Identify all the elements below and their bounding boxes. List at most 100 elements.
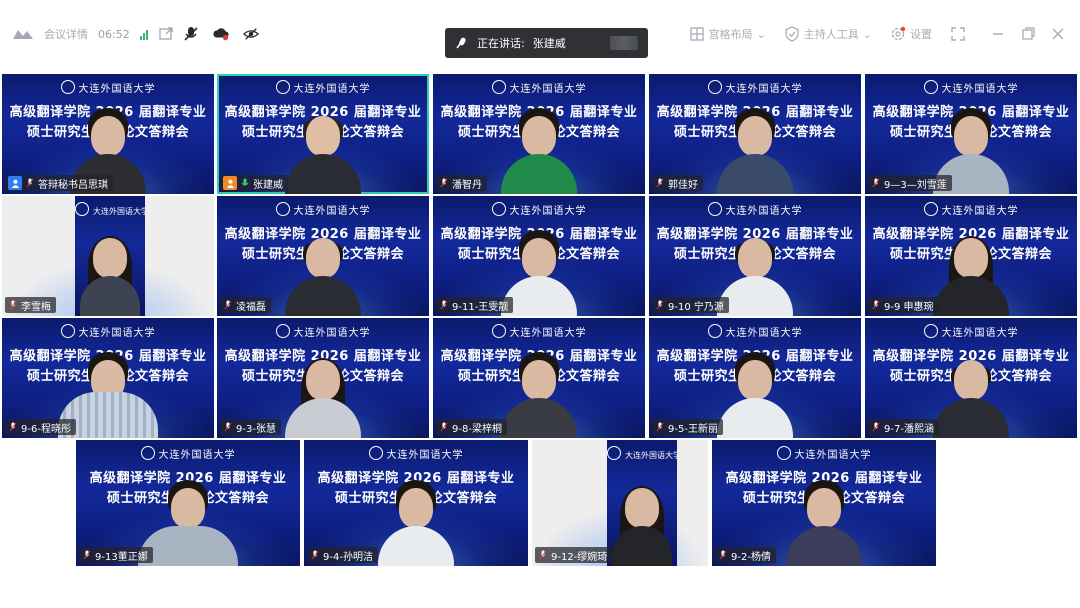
participant-label: 9-7-潘熙涵 bbox=[868, 419, 939, 435]
university-name: 大连外国语大学 bbox=[649, 324, 861, 339]
participant-label: 9-12-缪婉琦 bbox=[535, 547, 613, 563]
participant-label: 9-10 宁乃源 bbox=[652, 297, 729, 313]
video-tile[interactable]: 大连外国语大学 高级翻译学院 2026 届翻译专业 硕士研究生毕业论文答辩会 凌… bbox=[217, 196, 429, 316]
university-name: 大连外国语大学 bbox=[304, 446, 528, 461]
video-tile[interactable]: 大连外国语大学 高级翻译学院 2026 届翻译专业 硕士研究生毕业论文答辩会 9… bbox=[433, 196, 645, 316]
participant-label: 潘智丹 bbox=[436, 175, 487, 191]
university-name: 大连外国语大学 bbox=[2, 324, 214, 339]
settings-label: 设置 bbox=[910, 28, 932, 41]
university-name: 大连外国语大学 bbox=[607, 446, 677, 461]
speaker-thumbnail bbox=[610, 36, 638, 50]
participant-label: 李雪梅 bbox=[5, 297, 56, 313]
host-role-icon bbox=[223, 176, 237, 190]
microphone-icon bbox=[872, 422, 880, 432]
video-tile[interactable]: 大连外国语大学 李雪梅 bbox=[2, 196, 214, 316]
window-controls bbox=[990, 26, 1066, 42]
microphone-icon bbox=[719, 550, 727, 560]
participant-label: 答辩秘书吕思琪 bbox=[5, 175, 113, 191]
university-name: 大连外国语大学 bbox=[865, 324, 1077, 339]
video-tile[interactable]: 大连外国语大学 高级翻译学院 2026 届翻译专业 硕士研究生毕业论文答辩会 9… bbox=[649, 196, 861, 316]
video-tile[interactable]: 大连外国语大学 高级翻译学院 2026 届翻译专业 硕士研究生毕业论文答辩会 张… bbox=[217, 74, 429, 194]
cloud-record-icon[interactable] bbox=[213, 26, 229, 42]
video-tile[interactable]: 大连外国语大学 高级翻译学院 2026 届翻译专业 硕士研究生毕业论文答辩会 9… bbox=[865, 196, 1077, 316]
meeting-toolbar: 会议详情 06:52 正在讲话: 张建威 宫格布局 ⌄ 主持人工具 ⌄ 设置 bbox=[0, 0, 1080, 58]
portrait-video: 大连外国语大学 bbox=[75, 196, 145, 316]
participant-label: 9-4-孙明洁 bbox=[307, 547, 378, 563]
hide-video-icon[interactable] bbox=[243, 26, 259, 42]
university-name: 大连外国语大学 bbox=[865, 80, 1077, 95]
microphone-icon bbox=[440, 300, 448, 310]
microphone-icon bbox=[83, 550, 91, 560]
participant-label: 凌福磊 bbox=[220, 297, 271, 313]
layout-label: 宫格布局 bbox=[708, 28, 753, 41]
participant-label: 张建威 bbox=[220, 175, 288, 191]
network-signal-icon[interactable] bbox=[139, 29, 148, 40]
video-tile[interactable]: 大连外国语大学 9-12-缪婉琦 bbox=[532, 440, 708, 566]
video-tile[interactable]: 大连外国语大学 高级翻译学院 2026 届翻译专业 硕士研究生毕业论文答辩会 9… bbox=[217, 318, 429, 438]
university-name: 大连外国语大学 bbox=[433, 202, 645, 217]
participant-name: 郭佳好 bbox=[668, 179, 698, 191]
university-name: 大连外国语大学 bbox=[75, 202, 145, 217]
microphone-icon bbox=[656, 178, 664, 188]
video-tile[interactable]: 大连外国语大学 高级翻译学院 2026 届翻译专业 硕士研究生毕业论文答辩会 潘… bbox=[433, 74, 645, 194]
fullscreen-icon[interactable] bbox=[950, 26, 966, 42]
participant-name: 9-8-梁梓桐 bbox=[452, 423, 502, 435]
speaking-name: 张建威 bbox=[532, 37, 566, 50]
university-name: 大连外国语大学 bbox=[2, 80, 214, 95]
host-tools-label: 主持人工具 bbox=[803, 28, 859, 41]
microphone-icon bbox=[9, 422, 17, 432]
university-name: 大连外国语大学 bbox=[865, 202, 1077, 217]
gear-icon bbox=[891, 26, 906, 41]
meeting-details-button[interactable]: 会议详情 bbox=[44, 26, 88, 42]
participant-label: 9-6-程晓彤 bbox=[5, 419, 76, 435]
settings-button[interactable]: 设置 bbox=[890, 26, 932, 42]
microphone-icon bbox=[224, 300, 232, 310]
video-tile[interactable]: 大连外国语大学 高级翻译学院 2026 届翻译专业 硕士研究生毕业论文答辩会 9… bbox=[76, 440, 300, 566]
video-tile[interactable]: 大连外国语大学 高级翻译学院 2026 届翻译专业 硕士研究生毕业论文答辩会 9… bbox=[649, 318, 861, 438]
toolbar-right-group: 宫格布局 ⌄ 主持人工具 ⌄ 设置 bbox=[689, 26, 1066, 42]
app-logo-icon bbox=[13, 30, 33, 39]
microphone-icon bbox=[872, 178, 880, 188]
participant-name: 9-13董正娜 bbox=[95, 551, 148, 563]
video-tile[interactable]: 大连外国语大学 高级翻译学院 2026 届翻译专业 硕士研究生毕业论文答辩会 郭… bbox=[649, 74, 861, 194]
participant-name: 凌福磊 bbox=[236, 301, 266, 313]
close-icon[interactable] bbox=[1050, 26, 1066, 42]
university-name: 大连外国语大学 bbox=[649, 202, 861, 217]
video-tile[interactable]: 大连外国语大学 高级翻译学院 2026 届翻译专业 硕士研究生毕业论文答辩会 9… bbox=[2, 318, 214, 438]
video-tile[interactable]: 大连外国语大学 高级翻译学院 2026 届翻译专业 硕士研究生毕业论文答辩会 答… bbox=[2, 74, 214, 194]
share-screen-icon[interactable] bbox=[158, 26, 174, 42]
participant-name: 李雪梅 bbox=[21, 301, 51, 313]
video-tile[interactable]: 大连外国语大学 高级翻译学院 2026 届翻译专业 硕士研究生毕业论文答辩会 9… bbox=[865, 318, 1077, 438]
video-tile[interactable]: 大连外国语大学 高级翻译学院 2026 届翻译专业 硕士研究生毕业论文答辩会 9… bbox=[433, 318, 645, 438]
microphone-icon bbox=[26, 178, 34, 188]
participant-label: 9-13董正娜 bbox=[79, 547, 153, 563]
microphone-icon bbox=[440, 422, 448, 432]
video-tile[interactable]: 大连外国语大学 高级翻译学院 2026 届翻译专业 硕士研究生毕业论文答辩会 9… bbox=[865, 74, 1077, 194]
restore-icon[interactable] bbox=[1020, 26, 1036, 42]
participant-name: 张建威 bbox=[253, 179, 283, 191]
university-name: 大连外国语大学 bbox=[217, 80, 429, 95]
grid-layout-icon bbox=[689, 27, 704, 41]
participant-name: 9—3—刘雪莲 bbox=[884, 179, 947, 191]
participant-label: 9-2-杨倩 bbox=[715, 547, 776, 563]
participant-label: 9—3—刘雪莲 bbox=[868, 175, 952, 191]
participant-name: 9-7-潘熙涵 bbox=[884, 423, 934, 435]
microphone-icon bbox=[224, 422, 232, 432]
layout-menu[interactable]: 宫格布局 ⌄ bbox=[689, 26, 766, 42]
university-name: 大连外国语大学 bbox=[649, 80, 861, 95]
participant-name: 9-6-程晓彤 bbox=[21, 423, 71, 435]
host-tools-menu[interactable]: 主持人工具 ⌄ bbox=[784, 26, 872, 42]
microphone-icon bbox=[872, 300, 880, 310]
university-name: 大连外国语大学 bbox=[433, 324, 645, 339]
active-speaker-indicator: 正在讲话: 张建威 bbox=[445, 28, 648, 58]
mute-all-icon[interactable] bbox=[183, 26, 199, 42]
participant-label: 9-9 申惠琬 bbox=[868, 297, 939, 313]
minimize-icon[interactable] bbox=[990, 26, 1006, 42]
microphone-icon bbox=[539, 550, 547, 560]
participant-name: 9-4-孙明洁 bbox=[323, 551, 373, 563]
user-role-icon bbox=[8, 176, 22, 190]
video-tile[interactable]: 大连外国语大学 高级翻译学院 2026 届翻译专业 硕士研究生毕业论文答辩会 9… bbox=[712, 440, 936, 566]
video-tile[interactable]: 大连外国语大学 高级翻译学院 2026 届翻译专业 硕士研究生毕业论文答辩会 9… bbox=[304, 440, 528, 566]
speaker-mic-icon bbox=[456, 37, 466, 49]
participant-name: 9-2-杨倩 bbox=[731, 551, 771, 563]
